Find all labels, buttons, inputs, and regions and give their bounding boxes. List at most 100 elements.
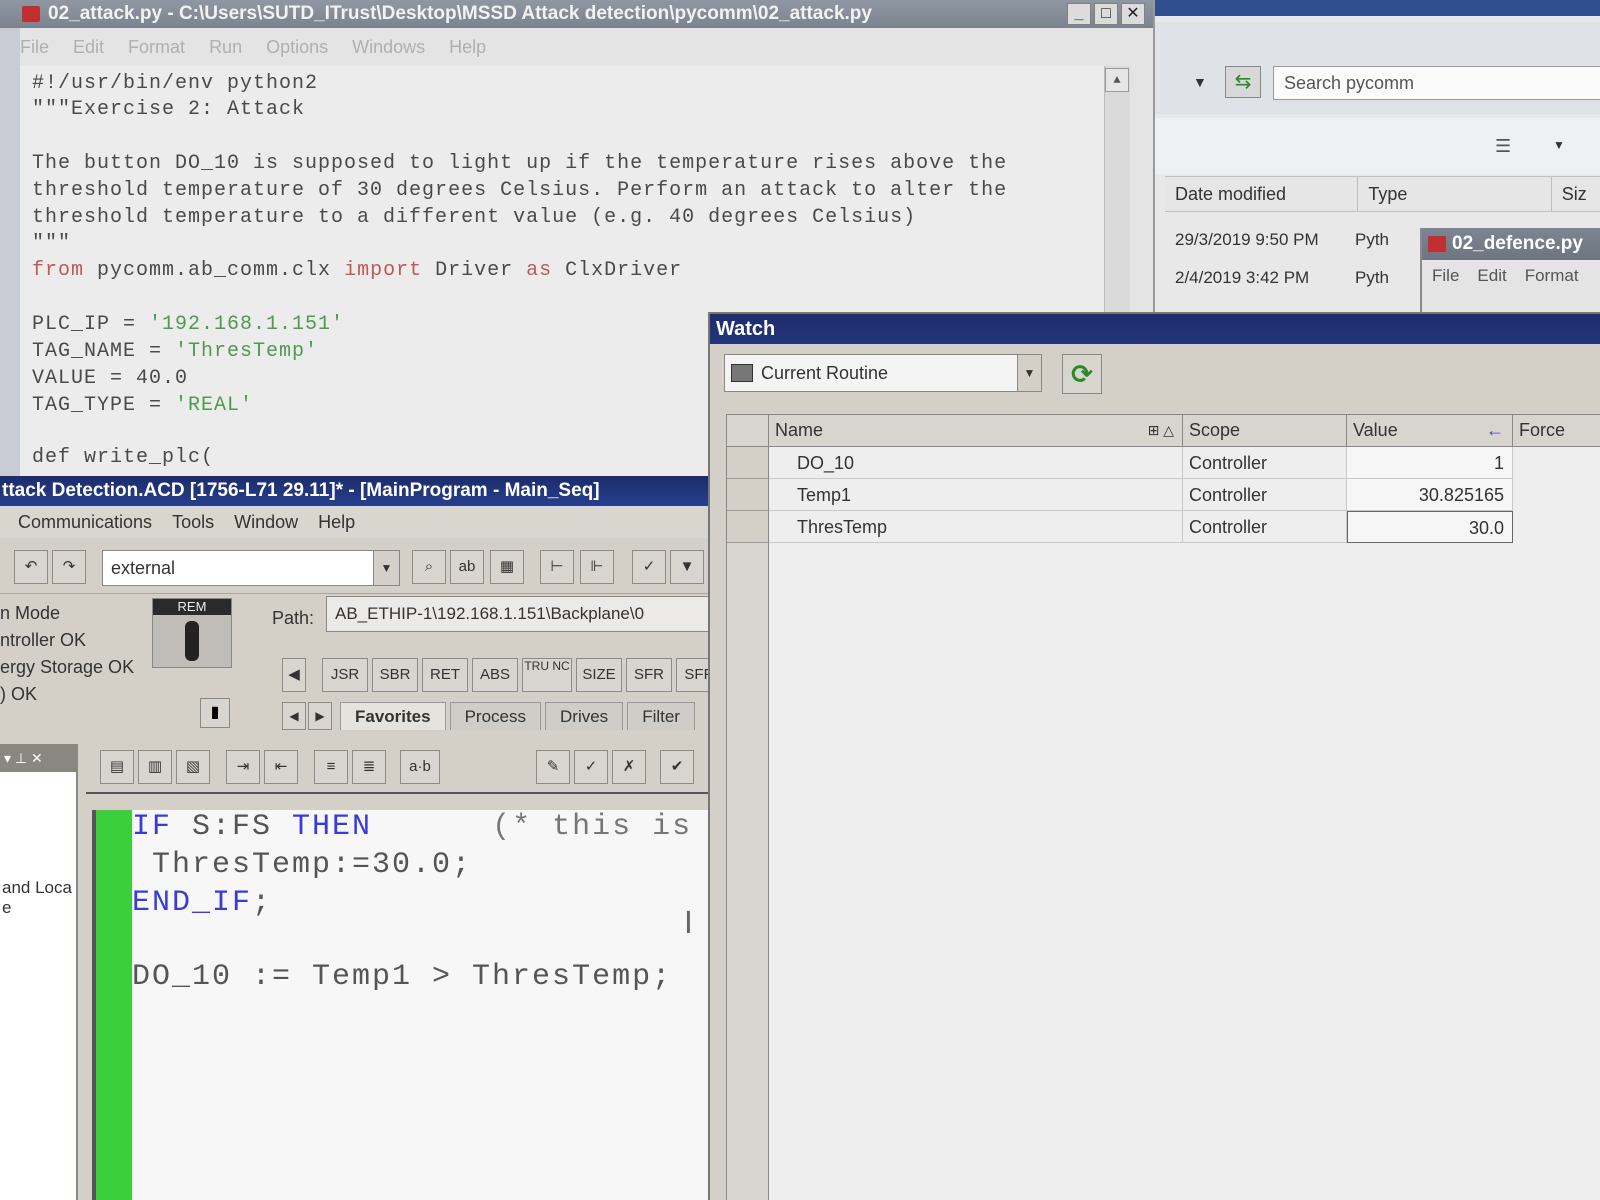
- toolbar-icon[interactable]: ▥: [138, 750, 172, 784]
- comment-icon[interactable]: ≡: [314, 750, 348, 784]
- code-token: TAG_NAME =: [32, 340, 176, 363]
- st-code-editor[interactable]: IF S:FS THEN (* this is ThresTemp:=30.0;…: [92, 810, 725, 1200]
- tag-name[interactable]: Temp1: [769, 479, 1183, 511]
- tab-scroll-right-icon[interactable]: ▶: [308, 702, 332, 730]
- column-type[interactable]: Type: [1358, 177, 1552, 211]
- tag-value[interactable]: 30.0: [1347, 511, 1513, 543]
- chevron-down-icon[interactable]: ▼: [1193, 74, 1207, 90]
- refresh-icon[interactable]: ⇆: [1225, 66, 1261, 98]
- file-date: 29/3/2019 9:50 PM: [1175, 230, 1319, 249]
- menu-file[interactable]: File: [1432, 266, 1459, 286]
- tab-process[interactable]: Process: [449, 702, 542, 730]
- tab-scroll-left-icon[interactable]: ◀: [282, 702, 306, 730]
- scroll-up-icon[interactable]: ▲: [1105, 68, 1129, 92]
- string-literal: 'ThresTemp': [175, 340, 319, 363]
- indent-icon[interactable]: ⇥: [226, 750, 260, 784]
- view-options-icon[interactable]: ☰: [1495, 136, 1511, 157]
- path-field[interactable]: AB_ETHIP-1\192.168.1.151\Backplane\0: [326, 596, 726, 632]
- row-selector[interactable]: [727, 479, 769, 511]
- menu-help[interactable]: Help: [449, 32, 486, 62]
- column-size[interactable]: Siz: [1552, 177, 1600, 211]
- column-date-modified[interactable]: Date modified: [1165, 177, 1359, 211]
- toolbar-icon[interactable]: ▧: [176, 750, 210, 784]
- menu-window[interactable]: Window: [234, 506, 298, 538]
- organizer-item[interactable]: and Loca: [0, 878, 76, 898]
- rslogix-titlebar[interactable]: ttack Detection.ACD [1756-L71 29.11]* - …: [0, 476, 725, 506]
- idle-titlebar[interactable]: 02_attack.py - C:\Users\SUTD_ITrust\Desk…: [0, 0, 1153, 28]
- column-value[interactable]: Value ←: [1347, 415, 1513, 447]
- menu-format[interactable]: Format: [128, 32, 185, 62]
- defence-titlebar[interactable]: 02_defence.py: [1422, 228, 1600, 260]
- search-combo[interactable]: external ▼: [102, 550, 400, 586]
- column-scope[interactable]: Scope: [1183, 415, 1347, 447]
- tag-value[interactable]: 1: [1347, 447, 1513, 479]
- sort-icon[interactable]: ⊞ △: [1148, 415, 1174, 445]
- organizer-item[interactable]: e: [0, 898, 76, 918]
- refresh-icon[interactable]: ⟳: [1062, 354, 1102, 394]
- finalize-icon[interactable]: ✔: [660, 750, 694, 784]
- close-button[interactable]: ✕: [1121, 3, 1145, 25]
- row-selector[interactable]: [727, 511, 769, 543]
- uncomment-icon[interactable]: ≣: [352, 750, 386, 784]
- menu-format[interactable]: Format: [1525, 266, 1579, 286]
- tab-drives[interactable]: Drives: [545, 702, 624, 730]
- tab-favorites[interactable]: Favorites: [340, 702, 446, 730]
- find-icon[interactable]: ⌕: [412, 550, 446, 584]
- watch-title[interactable]: Watch: [710, 314, 1600, 344]
- instr-trunc[interactable]: TRU NC: [522, 658, 572, 692]
- find-replace-icon[interactable]: ab: [450, 550, 484, 584]
- instr-ret[interactable]: RET: [422, 658, 468, 692]
- file-row[interactable]: 2/4/2019 3:42 PM Pyth: [1175, 268, 1389, 288]
- idle-menubar: File Edit Format Run Options Windows Hel…: [20, 32, 486, 62]
- chevron-down-icon[interactable]: ▼: [1017, 355, 1041, 391]
- browse-icon[interactable]: ▦: [490, 550, 524, 584]
- code-line: threshold temperature to a different val…: [32, 206, 917, 229]
- menu-options[interactable]: Options: [266, 32, 328, 62]
- tab-filter[interactable]: Filter: [627, 702, 695, 730]
- instr-abs[interactable]: ABS: [472, 658, 518, 692]
- maximize-button[interactable]: □: [1094, 3, 1118, 25]
- edit-icon[interactable]: ✎: [536, 750, 570, 784]
- menu-edit[interactable]: Edit: [73, 32, 104, 62]
- row-selector[interactable]: [727, 447, 769, 479]
- tag-name[interactable]: ThresTemp: [769, 511, 1183, 543]
- menu-windows[interactable]: Windows: [352, 32, 425, 62]
- column-name[interactable]: Name ⊞ △: [769, 415, 1183, 447]
- instr-jsr[interactable]: JSR: [322, 658, 368, 692]
- assignment-icon[interactable]: a·b: [400, 750, 440, 784]
- column-force[interactable]: Force: [1513, 415, 1600, 447]
- undo-icon[interactable]: ↶: [14, 550, 48, 584]
- toolbar-icon[interactable]: ▤: [100, 750, 134, 784]
- organizer-pane-header[interactable]: ▾ ⊥ ✕: [0, 744, 78, 772]
- instr-sfr[interactable]: SFR: [626, 658, 672, 692]
- verify-all-icon[interactable]: ▼: [670, 550, 704, 584]
- path-label: Path:: [272, 608, 315, 628]
- search-input[interactable]: Search pycomm: [1273, 66, 1600, 100]
- menu-communications[interactable]: Communications: [18, 506, 152, 538]
- controller-organizer[interactable]: and Loca e: [0, 772, 78, 1200]
- verify-icon[interactable]: ✓: [632, 550, 666, 584]
- chevron-down-icon[interactable]: ▼: [1553, 138, 1565, 152]
- instr-sbr[interactable]: SBR: [372, 658, 418, 692]
- accept-icon[interactable]: ✓: [574, 750, 608, 784]
- menu-run[interactable]: Run: [209, 32, 242, 62]
- chevron-down-icon[interactable]: ▼: [373, 551, 399, 585]
- redo-icon[interactable]: ↷: [52, 550, 86, 584]
- defence-window[interactable]: 02_defence.py File Edit Format: [1420, 228, 1600, 316]
- scope-select[interactable]: Current Routine ▼: [724, 354, 1042, 392]
- menu-help[interactable]: Help: [318, 506, 355, 538]
- cancel-edit-icon[interactable]: ✗: [612, 750, 646, 784]
- scroll-left-icon[interactable]: ◀: [282, 658, 306, 692]
- outdent-icon[interactable]: ⇤: [264, 750, 298, 784]
- crossref-icon[interactable]: ⊩: [580, 550, 614, 584]
- menu-edit[interactable]: Edit: [1477, 266, 1506, 286]
- explorer-view-bar: ☰ ▼: [1155, 118, 1600, 174]
- menu-tools[interactable]: Tools: [172, 506, 214, 538]
- instr-size[interactable]: SIZE: [576, 658, 622, 692]
- minimize-button[interactable]: _: [1067, 3, 1091, 25]
- menu-file[interactable]: File: [20, 32, 49, 62]
- tag-value[interactable]: 30.825165: [1347, 479, 1513, 511]
- file-row[interactable]: 29/3/2019 9:50 PM Pyth: [1175, 230, 1389, 250]
- tree-icon[interactable]: ⊢: [540, 550, 574, 584]
- tag-name[interactable]: DO_10: [769, 447, 1183, 479]
